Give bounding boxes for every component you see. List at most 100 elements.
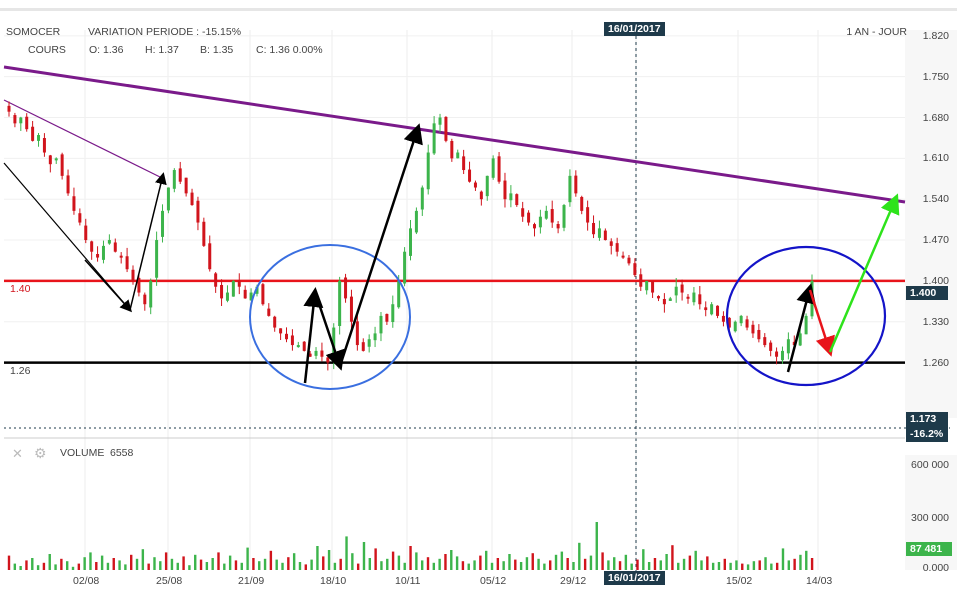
volume-bar bbox=[694, 550, 697, 570]
volume-bar bbox=[403, 562, 406, 570]
candle-body bbox=[214, 273, 218, 287]
candle-body bbox=[491, 158, 495, 178]
volume-bar bbox=[199, 559, 203, 570]
candle-body bbox=[355, 321, 359, 346]
x-tick-label: 21/09 bbox=[238, 575, 265, 587]
support-label: 1.26 bbox=[10, 365, 31, 377]
candle-body bbox=[296, 345, 300, 348]
volume-label: VOLUME bbox=[60, 447, 105, 459]
candle-body bbox=[586, 207, 590, 223]
x-tick-label: 25/08 bbox=[156, 575, 183, 587]
volume-bar bbox=[467, 563, 470, 570]
variation-label: VARIATION PERIODE : -15.15% bbox=[88, 26, 242, 38]
volume-bar bbox=[182, 556, 185, 570]
candle-body bbox=[597, 228, 601, 238]
volume-bar bbox=[729, 562, 732, 570]
candle-body bbox=[84, 225, 88, 241]
candle-body bbox=[462, 156, 466, 171]
candle-body bbox=[25, 116, 29, 130]
volume-settings-icon[interactable]: ✕ bbox=[12, 446, 23, 462]
candle-body bbox=[786, 339, 790, 354]
volume-bar bbox=[71, 566, 75, 570]
candle-body bbox=[409, 228, 412, 256]
volume-bar bbox=[572, 562, 575, 570]
volume-bar bbox=[118, 560, 121, 570]
volume-bar bbox=[735, 560, 738, 570]
volume-bar bbox=[194, 554, 197, 570]
volume-bar bbox=[490, 562, 494, 570]
y-tick-label: 1.260 bbox=[922, 356, 949, 369]
volume-bar bbox=[19, 566, 22, 570]
candle-body bbox=[367, 339, 371, 347]
period-label[interactable]: 1 AN - JOUR bbox=[846, 26, 907, 38]
volume-bar bbox=[234, 560, 238, 570]
volume-bar bbox=[781, 548, 785, 570]
candle-body bbox=[651, 281, 655, 293]
candle-body bbox=[338, 280, 342, 327]
volume-bar bbox=[764, 557, 767, 570]
candle-body bbox=[54, 158, 58, 161]
arrow-down-2 bbox=[313, 291, 345, 371]
candle-body bbox=[60, 154, 64, 176]
volume-bar bbox=[537, 558, 540, 570]
volume-bar bbox=[741, 563, 744, 570]
candle-body bbox=[143, 294, 147, 305]
candle-body bbox=[432, 123, 436, 154]
candle-body bbox=[485, 175, 489, 197]
volume-bar bbox=[519, 562, 523, 570]
volume-bar bbox=[444, 554, 447, 570]
candle-body bbox=[456, 152, 460, 159]
volume-bar bbox=[543, 563, 546, 570]
candle-body bbox=[96, 254, 100, 258]
candle-body bbox=[403, 251, 407, 284]
candle-body bbox=[775, 351, 779, 357]
candle-body bbox=[532, 224, 536, 229]
candle-body bbox=[66, 175, 70, 194]
volume-bar bbox=[723, 558, 726, 570]
volume-bar bbox=[333, 562, 337, 570]
volume-bar bbox=[124, 564, 127, 570]
x-tick-label: 10/11 bbox=[395, 575, 421, 587]
gear-icon[interactable]: ⚙ bbox=[34, 445, 47, 462]
volume-bar bbox=[42, 562, 46, 570]
y-tick-label: 1.820 bbox=[922, 29, 949, 42]
volume-bar bbox=[426, 557, 430, 570]
volume-bar bbox=[25, 560, 28, 570]
candle-body bbox=[119, 255, 123, 258]
candle-body bbox=[178, 168, 182, 182]
candle-body bbox=[101, 245, 105, 260]
candle-body bbox=[420, 187, 424, 210]
candle-body bbox=[509, 193, 513, 201]
volume-bar bbox=[327, 550, 331, 570]
candle-body bbox=[155, 240, 159, 278]
candle-body bbox=[326, 357, 330, 363]
y-tick-label: 1.540 bbox=[922, 193, 949, 206]
candle-body bbox=[645, 280, 649, 291]
volume-bar bbox=[618, 561, 622, 570]
volume-bar bbox=[682, 558, 686, 570]
volume-bar bbox=[514, 559, 517, 570]
x-tick-label: 02/08 bbox=[73, 575, 100, 587]
volume-bar bbox=[554, 554, 558, 570]
candle-body bbox=[473, 182, 477, 188]
candle-body bbox=[745, 319, 749, 328]
candle-body bbox=[503, 180, 507, 200]
volume-bar bbox=[188, 565, 191, 570]
candle-body bbox=[237, 280, 241, 287]
volume-bar bbox=[89, 552, 92, 570]
volume-bar bbox=[432, 562, 436, 570]
volume-bar bbox=[95, 562, 98, 570]
x-tick-label: 18/10 bbox=[320, 575, 347, 587]
candle-body bbox=[290, 335, 294, 346]
candle-body bbox=[556, 223, 560, 229]
candle-body bbox=[621, 255, 625, 258]
high-value: H: 1.37 bbox=[145, 44, 179, 56]
x-tick-label: 29/12 bbox=[560, 575, 587, 587]
volume-bar bbox=[647, 562, 651, 570]
candle-body bbox=[13, 115, 17, 124]
volume-bar bbox=[386, 558, 389, 570]
volume-bar bbox=[298, 562, 302, 570]
candle-body bbox=[692, 292, 696, 303]
candle-body bbox=[698, 294, 702, 305]
volume-bar bbox=[420, 560, 424, 570]
